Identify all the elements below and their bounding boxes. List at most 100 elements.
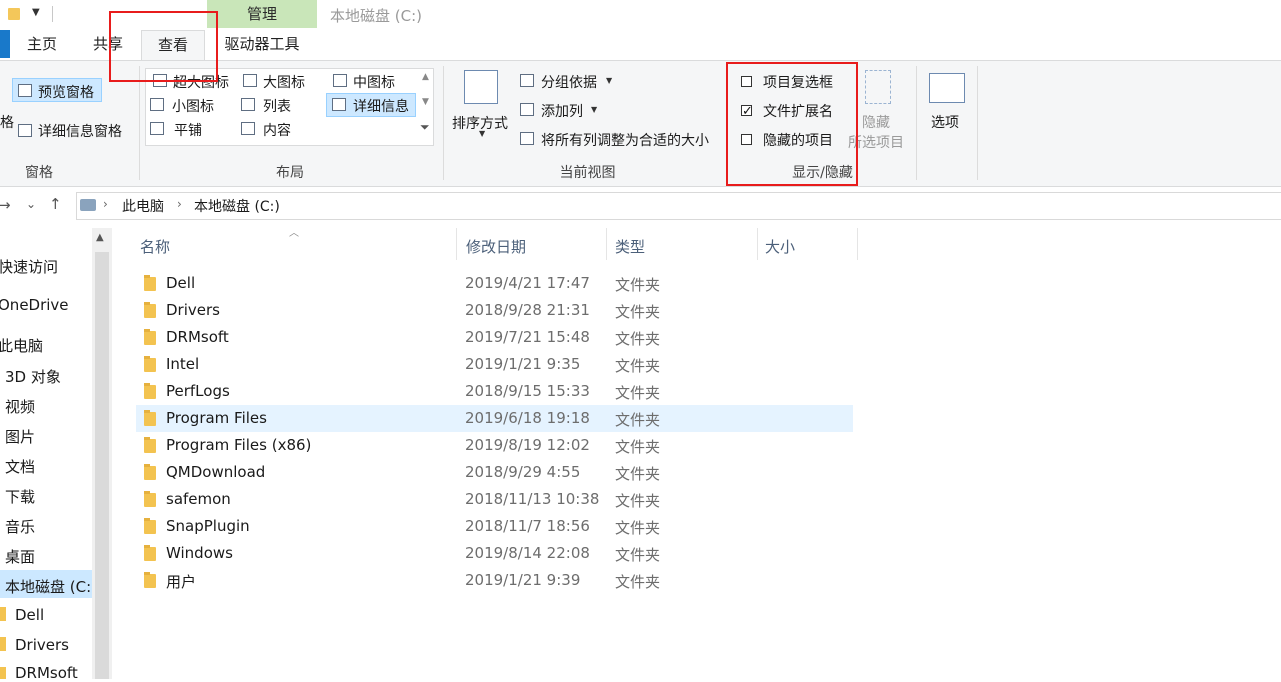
layout-medium-icons[interactable]: 中图标 xyxy=(353,72,395,92)
layout-small-icons[interactable]: 小图标 xyxy=(172,96,214,116)
sidebar-item-drivers[interactable]: Drivers xyxy=(15,636,69,654)
sidebar-item-dell[interactable]: Dell xyxy=(15,606,44,624)
tab-manage-context[interactable]: 管理 xyxy=(207,0,317,28)
group-label-panes: 窗格 xyxy=(25,165,53,181)
group-by-button[interactable]: 分组依据 xyxy=(541,72,597,92)
layout-tiles[interactable]: 平铺 xyxy=(174,120,202,140)
table-row[interactable]: DRMsoft 2019/7/21 15:48 文件夹 xyxy=(136,324,853,351)
table-row[interactable]: SnapPlugin 2018/11/7 18:56 文件夹 xyxy=(136,513,853,540)
group-label-layout: 布局 xyxy=(276,165,304,181)
sidebar-item-pictures[interactable]: 图片 xyxy=(5,426,35,447)
column-header-size[interactable]: 大小 xyxy=(765,236,795,257)
layout-details[interactable]: 详细信息 xyxy=(353,96,409,116)
file-type: 文件夹 xyxy=(615,357,661,375)
file-date: 2018/9/28 21:31 xyxy=(465,301,590,319)
file-type: 文件夹 xyxy=(615,384,661,402)
sidebar-item-3d-objects[interactable]: 3D 对象 xyxy=(5,366,61,387)
sidebar-item-onedrive[interactable]: OneDrive xyxy=(0,296,69,314)
table-row[interactable]: PerfLogs 2018/9/15 15:33 文件夹 xyxy=(136,378,853,405)
breadcrumb-local-disk[interactable]: 本地磁盘 (C:) xyxy=(194,196,280,216)
hide-selected-label-1[interactable]: 隐藏 xyxy=(862,112,890,132)
sidebar-item-desktop[interactable]: 桌面 xyxy=(5,546,35,567)
options-icon xyxy=(929,73,965,103)
up-arrow-icon[interactable]: ↑ xyxy=(49,195,62,213)
sidebar-scroll-thumb[interactable] xyxy=(95,252,109,679)
details-icon xyxy=(332,98,346,111)
forward-arrow-icon[interactable]: → xyxy=(0,196,11,214)
folder-icon xyxy=(144,464,156,480)
file-tab[interactable] xyxy=(0,30,10,58)
breadcrumb-chevron-icon[interactable]: › xyxy=(177,197,182,211)
annotation-box-view-tab xyxy=(109,11,218,82)
gallery-scroll-down-icon[interactable]: ▼ xyxy=(422,97,429,107)
sidebar-item-this-pc[interactable]: 此电脑 xyxy=(0,335,43,356)
ribbon-divider xyxy=(139,66,140,180)
group-by-icon xyxy=(520,74,534,87)
options-button[interactable]: 选项 xyxy=(931,112,959,132)
content-icon xyxy=(241,122,255,135)
column-divider[interactable] xyxy=(757,228,758,260)
large-icons-icon xyxy=(243,74,257,87)
file-date: 2019/7/21 15:48 xyxy=(465,328,590,346)
folder-icon[interactable] xyxy=(8,8,20,20)
sidebar-item-local-disk[interactable]: 本地磁盘 (C:) xyxy=(5,576,97,597)
column-divider[interactable] xyxy=(606,228,607,260)
sidebar-item-drmsoft[interactable]: DRMsoft xyxy=(15,664,78,682)
gallery-expand-icon[interactable]: ⏷ xyxy=(420,120,430,135)
file-name: PerfLogs xyxy=(166,382,230,400)
breadcrumb-this-pc[interactable]: 此电脑 xyxy=(122,196,164,216)
layout-large-icons[interactable]: 大图标 xyxy=(263,72,305,92)
file-date: 2019/6/18 19:18 xyxy=(465,409,590,427)
sidebar-item-documents[interactable]: 文档 xyxy=(5,456,35,477)
file-type: 文件夹 xyxy=(615,438,661,456)
table-row[interactable]: Windows 2019/8/14 22:08 文件夹 xyxy=(136,540,853,567)
scroll-up-icon[interactable]: ▲ xyxy=(96,232,104,243)
gallery-scroll-up-icon[interactable]: ▲ xyxy=(422,72,429,82)
column-divider[interactable] xyxy=(456,228,457,260)
add-column-dropdown-icon[interactable]: ▼ xyxy=(591,105,597,114)
medium-icons-icon xyxy=(333,74,347,87)
add-column-button[interactable]: 添加列 xyxy=(541,101,583,121)
file-name: Dell xyxy=(166,274,196,292)
tab-home[interactable]: 主页 xyxy=(14,30,70,58)
folder-icon xyxy=(144,410,156,426)
sort-dropdown-icon[interactable]: ▼ xyxy=(479,129,485,138)
sidebar-item-videos[interactable]: 视频 xyxy=(5,396,35,417)
group-by-dropdown-icon[interactable]: ▼ xyxy=(606,76,612,85)
window-title: 本地磁盘 (C:) xyxy=(330,7,422,25)
layout-content[interactable]: 内容 xyxy=(263,120,291,140)
fit-columns-button[interactable]: 将所有列调整为合适的大小 xyxy=(541,130,709,150)
sidebar-item-quick-access[interactable]: 快速访问 xyxy=(0,256,58,277)
column-header-name[interactable]: 名称 xyxy=(140,236,170,257)
table-row[interactable]: 用户 2019/1/21 9:39 文件夹 xyxy=(136,567,853,594)
table-row[interactable]: Intel 2019/1/21 9:35 文件夹 xyxy=(136,351,853,378)
table-row-hovered[interactable]: Program Files 2019/6/18 19:18 文件夹 xyxy=(136,405,853,432)
tab-drive-tools[interactable]: 驱动器工具 xyxy=(212,30,312,58)
file-type: 文件夹 xyxy=(615,519,661,537)
breadcrumb-chevron-icon[interactable]: › xyxy=(103,197,108,211)
sort-by-icon xyxy=(464,70,498,104)
file-date: 2018/9/29 4:55 xyxy=(465,463,581,481)
column-header-date[interactable]: 修改日期 xyxy=(466,236,526,257)
file-type: 文件夹 xyxy=(615,465,661,483)
sidebar-item-music[interactable]: 音乐 xyxy=(5,516,35,537)
column-header-type[interactable]: 类型 xyxy=(615,236,645,257)
table-row[interactable]: Dell 2019/4/21 17:47 文件夹 xyxy=(136,270,853,297)
column-divider[interactable] xyxy=(857,228,858,260)
folder-icon xyxy=(0,667,6,679)
sidebar-item-downloads[interactable]: 下载 xyxy=(5,486,35,507)
quick-access-dropdown-icon[interactable]: ▼ xyxy=(32,7,40,18)
file-type: 文件夹 xyxy=(615,276,661,294)
table-row[interactable]: Drivers 2018/9/28 21:31 文件夹 xyxy=(136,297,853,324)
details-pane-button[interactable]: 详细信息窗格 xyxy=(38,121,122,141)
preview-pane-label: 预览窗格 xyxy=(38,85,94,101)
file-date: 2018/11/13 10:38 xyxy=(465,490,600,508)
file-name: Intel xyxy=(166,355,200,373)
layout-list[interactable]: 列表 xyxy=(263,96,291,116)
table-row[interactable]: safemon 2018/11/13 10:38 文件夹 xyxy=(136,486,853,513)
recent-locations-chevron-down-icon[interactable]: ⌄ xyxy=(26,197,36,211)
table-row[interactable]: Program Files (x86) 2019/8/19 12:02 文件夹 xyxy=(136,432,853,459)
file-name: Program Files xyxy=(166,409,267,427)
table-row[interactable]: QMDownload 2018/9/29 4:55 文件夹 xyxy=(136,459,853,486)
add-column-icon xyxy=(520,103,534,116)
